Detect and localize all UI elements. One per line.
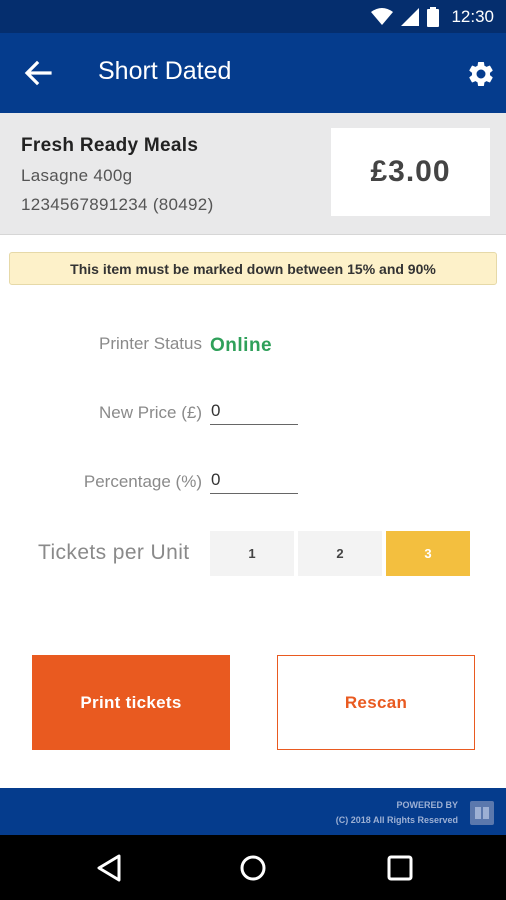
- new-price-label: New Price (£): [99, 403, 202, 422]
- print-tickets-button[interactable]: Print tickets: [32, 655, 230, 750]
- footer: POWERED BY (C) 2018 All Rights Reserved: [0, 788, 506, 835]
- percentage-label: Percentage (%): [83, 472, 202, 491]
- app-bar: Short Dated: [0, 33, 506, 113]
- tickets-option-1[interactable]: 1: [210, 531, 294, 576]
- home-circle-icon[interactable]: [237, 852, 269, 884]
- tickets-option-3[interactable]: 3: [386, 531, 470, 576]
- arrow-left-icon[interactable]: [22, 57, 54, 89]
- recents-square-icon[interactable]: [384, 852, 416, 884]
- wifi-icon: [371, 7, 394, 25]
- printer-status-value: Online: [210, 335, 273, 356]
- back-triangle-icon[interactable]: [93, 852, 125, 884]
- markdown-range-banner: This item must be marked down between 15…: [9, 252, 497, 285]
- rescan-button[interactable]: Rescan: [277, 655, 475, 750]
- new-price-input[interactable]: 0: [210, 401, 298, 425]
- product-price: £3.00: [331, 128, 490, 216]
- product-category: Fresh Ready Meals: [21, 135, 199, 156]
- printer-status-label: Printer Status: [99, 334, 202, 353]
- product-panel: Fresh Ready Meals Lasagne 400g 123456789…: [0, 113, 506, 235]
- percentage-input[interactable]: 0: [210, 470, 298, 494]
- page-title: Short Dated: [98, 57, 232, 85]
- product-code: 1234567891234 (80492): [21, 195, 214, 214]
- system-nav-bar: [0, 835, 506, 900]
- powered-by-text: POWERED BY: [396, 800, 458, 810]
- status-time: 12:30: [451, 6, 494, 26]
- battery-icon: [427, 6, 440, 27]
- tickets-per-unit-label: Tickets per Unit: [38, 541, 190, 564]
- gear-icon[interactable]: [466, 59, 496, 89]
- status-bar: 12:30: [0, 0, 506, 33]
- tickets-option-2[interactable]: 2: [298, 531, 382, 576]
- brand-logo-icon: [470, 801, 494, 825]
- product-name: Lasagne 400g: [21, 166, 133, 185]
- copyright-text: (C) 2018 All Rights Reserved: [335, 815, 458, 825]
- signal-icon: [401, 7, 420, 26]
